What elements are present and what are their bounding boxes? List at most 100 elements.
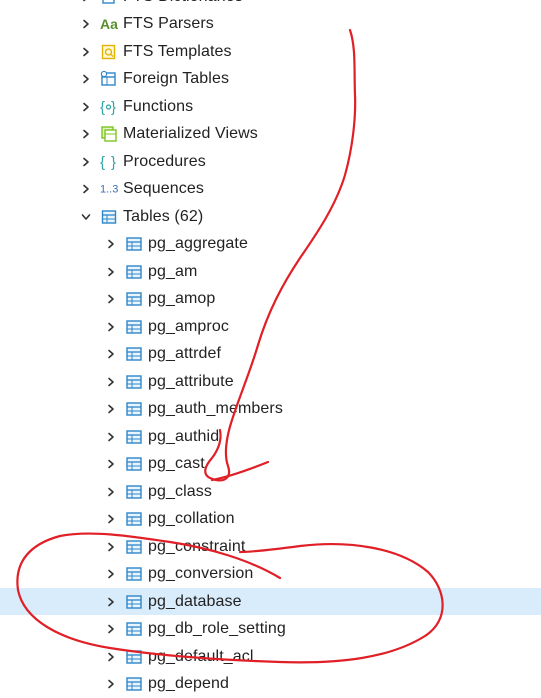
tree-item-label: FTS Dictionaries [123, 0, 243, 6]
tree-item-tables-62[interactable]: Tables (62) [0, 203, 541, 230]
table-icon [125, 648, 143, 666]
tree-item-label: Tables (62) [123, 207, 204, 225]
chevron-right-icon[interactable] [105, 376, 117, 388]
tree-item-label: pg_authid [148, 427, 220, 445]
chevron-right-icon[interactable] [80, 183, 92, 195]
tree-item-fts-dictionaries[interactable]: FTS Dictionaries [0, 0, 541, 10]
tree-item-pg-cast[interactable]: pg_cast [0, 451, 541, 478]
tree-item-pg-constraint[interactable]: pg_constraint [0, 533, 541, 560]
tree-item-label: pg_attrdef [148, 345, 222, 362]
chevron-right-icon[interactable] [105, 238, 117, 250]
svg-text:{: { [100, 99, 105, 116]
chevron-right-icon[interactable] [105, 541, 117, 553]
tree-item-pg-class[interactable]: pg_class [0, 478, 541, 505]
tree-item-label: pg_auth_members [148, 400, 283, 417]
tree-item-label: pg_attribute [148, 372, 234, 390]
tree-item-label: Functions [123, 97, 194, 115]
chevron-right-icon[interactable] [105, 651, 117, 663]
chevron-right-icon[interactable] [80, 156, 92, 168]
svg-text:Aa: Aa [100, 16, 118, 32]
tables-icon [100, 208, 118, 226]
tree-item-label: FTS Parsers [123, 15, 214, 32]
tree-item-label: FTS Templates [123, 42, 232, 60]
tree-item-fts-parsers[interactable]: Aa FTS Parsers [0, 11, 541, 38]
chevron-right-icon[interactable] [105, 266, 117, 278]
table-icon [125, 290, 143, 308]
tree-item-pg-database[interactable]: pg_database [0, 588, 541, 615]
tree-item-label: Sequences [123, 180, 204, 197]
svg-text:{: { [100, 154, 105, 171]
table-icon [125, 593, 143, 611]
template-icon [100, 43, 118, 61]
procedure-icon: {} [100, 153, 118, 171]
chevron-right-icon[interactable] [105, 678, 117, 690]
tree-item-label: pg_default_acl [148, 647, 254, 665]
tree-item-sequences[interactable]: 1..3 Sequences [0, 176, 541, 203]
chevron-right-icon[interactable] [105, 623, 117, 635]
table-icon [125, 675, 143, 693]
tree-item-label: pg_database [148, 592, 242, 610]
tree-item-label: pg_amop [148, 290, 216, 307]
tree-item-pg-amproc[interactable]: pg_amproc [0, 313, 541, 340]
tree-item-pg-amop[interactable]: pg_amop [0, 286, 541, 313]
tree-item-label: pg_db_role_setting [148, 620, 286, 637]
tree-item-pg-collation[interactable]: pg_collation [0, 506, 541, 533]
tree-item-foreign-tables[interactable]: Foreign Tables [0, 66, 541, 93]
chevron-right-icon[interactable] [80, 73, 92, 85]
chevron-right-icon[interactable] [105, 431, 117, 443]
function-icon: {} [100, 98, 118, 116]
tree-item-procedures[interactable]: {} Procedures [0, 148, 541, 175]
svg-text:1..3: 1..3 [100, 184, 118, 196]
chevron-right-icon[interactable] [80, 0, 92, 3]
tree-item-label: pg_class [148, 482, 212, 500]
dictionary-icon [100, 0, 118, 6]
table-icon [125, 318, 143, 336]
tree-item-pg-auth-members[interactable]: pg_auth_members [0, 396, 541, 423]
table-icon [125, 373, 143, 391]
table-icon [125, 263, 143, 281]
tree-item-label: pg_aggregate [148, 235, 248, 252]
tree-item-label: pg_collation [148, 510, 235, 527]
tree-item-label: pg_cast [148, 455, 205, 472]
tree-item-pg-conversion[interactable]: pg_conversion [0, 561, 541, 588]
tree-item-fts-templates[interactable]: FTS Templates [0, 38, 541, 65]
tree-item-pg-authid[interactable]: pg_authid [0, 423, 541, 450]
chevron-right-icon[interactable] [105, 293, 117, 305]
tree-item-materialized-views[interactable]: Materialized Views [0, 121, 541, 148]
chevron-right-icon[interactable] [105, 513, 117, 525]
tree-item-pg-attribute[interactable]: pg_attribute [0, 368, 541, 395]
sequence-icon: 1..3 [100, 180, 122, 198]
chevron-right-icon[interactable] [105, 348, 117, 360]
parser-icon: Aa [100, 15, 122, 33]
chevron-right-icon[interactable] [105, 486, 117, 498]
tree-item-pg-am[interactable]: pg_am [0, 258, 541, 285]
tree-item-pg-attrdef[interactable]: pg_attrdef [0, 341, 541, 368]
tree-item-pg-db-role-setting[interactable]: pg_db_role_setting [0, 616, 541, 643]
table-icon [125, 510, 143, 528]
chevron-right-icon[interactable] [105, 596, 117, 608]
chevron-right-icon[interactable] [105, 568, 117, 580]
tree-item-label: pg_depend [148, 675, 229, 692]
table-icon [125, 428, 143, 446]
tree-item-functions[interactable]: {} Functions [0, 93, 541, 120]
tree-item-label: Procedures [123, 152, 206, 170]
tree-item-label: Materialized Views [123, 125, 258, 142]
tree-item-pg-default-acl[interactable]: pg_default_acl [0, 643, 541, 670]
chevron-right-icon[interactable] [80, 101, 92, 113]
chevron-right-icon[interactable] [80, 46, 92, 58]
chevron-right-icon[interactable] [80, 128, 92, 140]
chevron-right-icon[interactable] [105, 321, 117, 333]
tree-item-label: Foreign Tables [123, 70, 230, 87]
chevron-down-icon[interactable] [80, 211, 92, 223]
tree-item-label: pg_conversion [148, 565, 254, 582]
tree-item-label: pg_amproc [148, 317, 229, 335]
chevron-right-icon[interactable] [105, 458, 117, 470]
chevron-right-icon[interactable] [80, 18, 92, 30]
materialized-view-icon [100, 125, 118, 143]
table-icon [125, 455, 143, 473]
table-icon [125, 235, 143, 253]
tree-item-label: pg_am [148, 262, 198, 280]
tree-item-pg-aggregate[interactable]: pg_aggregate [0, 231, 541, 258]
chevron-right-icon[interactable] [105, 403, 117, 415]
tree-item-pg-depend[interactable]: pg_depend [0, 671, 541, 698]
